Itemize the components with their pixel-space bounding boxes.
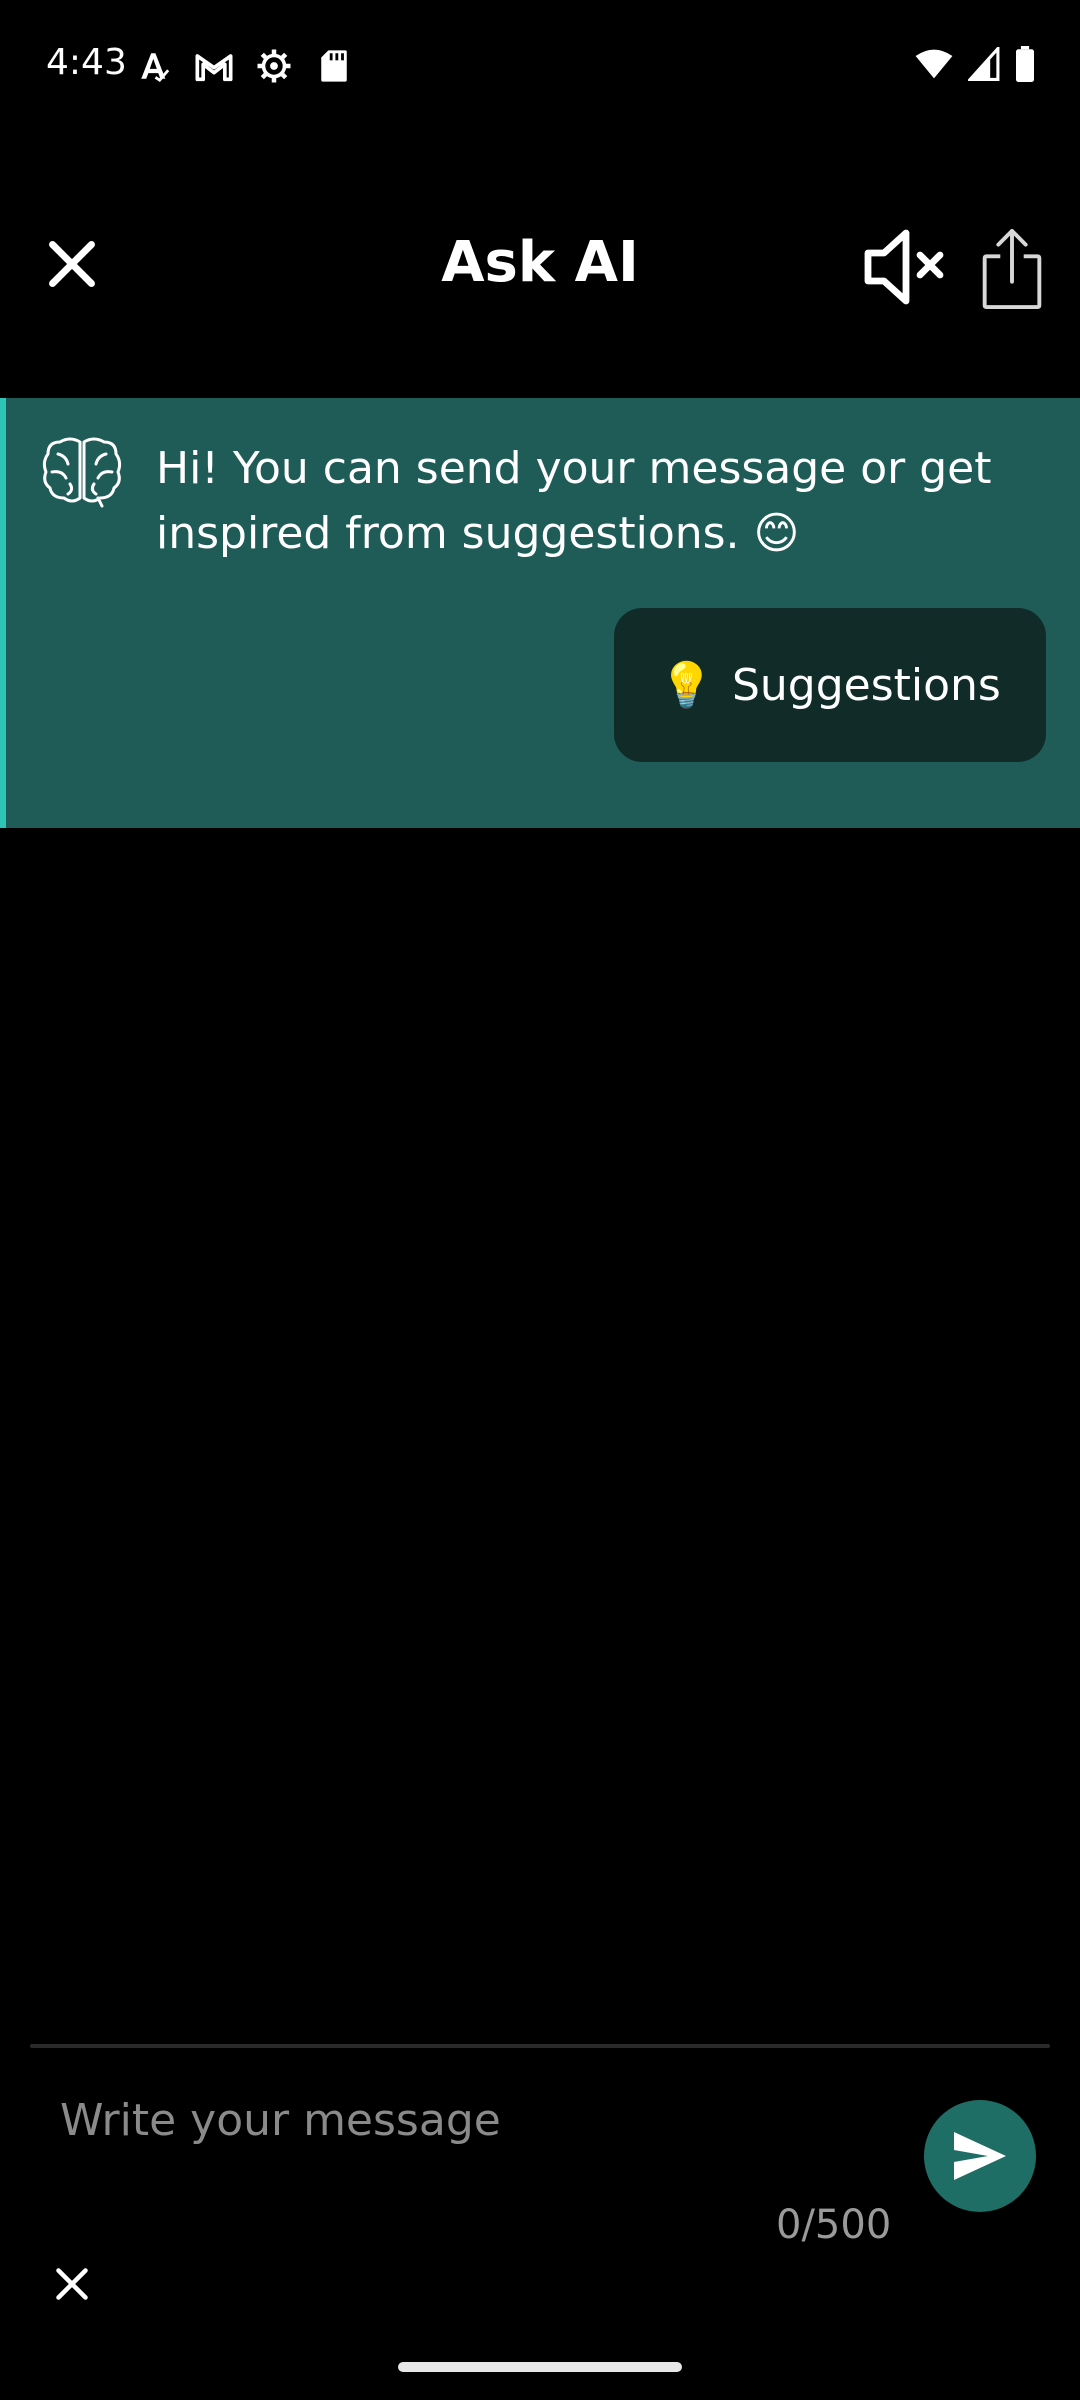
system-icons <box>914 44 1036 86</box>
home-indicator[interactable] <box>398 2362 682 2372</box>
status-time: 4:43 <box>46 42 127 83</box>
clear-input-button[interactable] <box>50 2262 94 2306</box>
gear-icon <box>254 46 294 86</box>
sd-card-icon <box>314 46 354 86</box>
status-bar: 4:43 <box>0 0 1080 130</box>
char-counter: 0/500 <box>776 2202 892 2248</box>
wifi-icon <box>914 48 954 84</box>
message-input[interactable] <box>60 2080 880 2160</box>
composer-divider <box>30 2044 1050 2048</box>
lightbulb-icon: 💡 <box>659 660 714 711</box>
suggestions-button[interactable]: 💡 Suggestions <box>614 608 1046 762</box>
send-button[interactable] <box>924 2100 1036 2212</box>
battery-icon <box>1014 46 1036 86</box>
ai-message-card: Hi! You can send your message or get ins… <box>0 398 1080 828</box>
share-button[interactable] <box>976 220 1048 316</box>
notification-icons <box>134 46 354 86</box>
volume-mute-icon <box>864 229 944 305</box>
share-icon <box>982 228 1042 309</box>
send-icon <box>954 2132 1006 2180</box>
close-icon <box>56 2268 88 2300</box>
suggestions-label: Suggestions <box>731 659 1001 711</box>
gmail-icon <box>194 46 234 86</box>
font-icon <box>134 46 174 86</box>
app-header: Ask AI <box>0 200 1080 340</box>
signal-icon <box>966 44 1000 85</box>
mute-button[interactable] <box>856 222 956 312</box>
brain-icon <box>40 434 124 510</box>
ai-message-text: Hi! You can send your message or get ins… <box>156 443 992 559</box>
